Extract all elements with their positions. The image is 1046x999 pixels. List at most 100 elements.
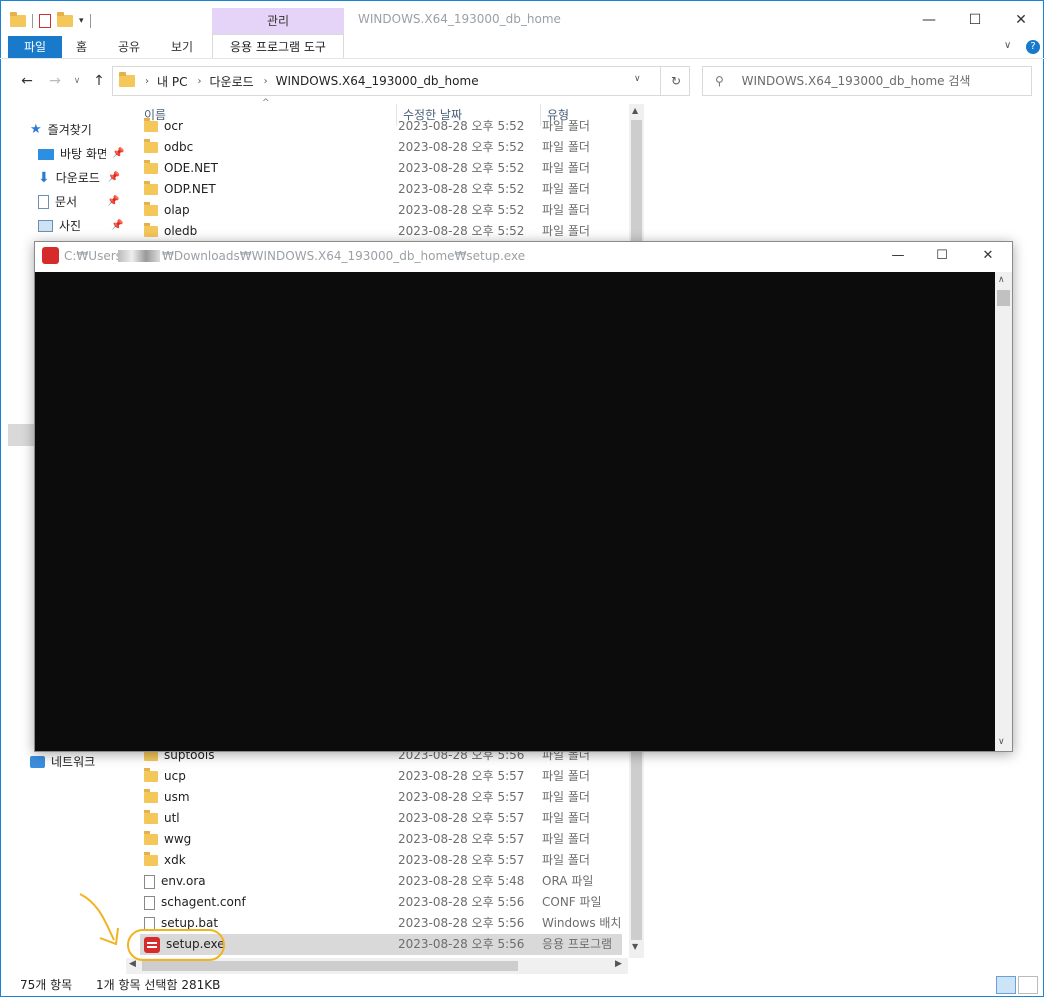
- address-bar[interactable]: › 내 PC › 다운로드 › WINDOWS.X64_193000_db_ho…: [112, 66, 690, 96]
- cell-name: olap: [140, 200, 398, 221]
- pin-icon[interactable]: 📌: [111, 215, 123, 237]
- nav-item-desktop[interactable]: 바탕 화면 📌: [38, 143, 124, 165]
- scrollbar-thumb[interactable]: [142, 961, 518, 971]
- network-icon: [30, 756, 45, 768]
- table-row[interactable]: ocr 2023-08-28 오후 5:52 파일 폴더: [140, 116, 622, 137]
- table-row[interactable]: xdk 2023-08-28 오후 5:57 파일 폴더: [140, 850, 622, 871]
- table-row[interactable]: ODP.NET 2023-08-28 오후 5:52 파일 폴더: [140, 179, 622, 200]
- table-row[interactable]: olap 2023-08-28 오후 5:52 파일 폴더: [140, 200, 622, 221]
- file-name: olap: [164, 203, 190, 217]
- properties-icon[interactable]: [39, 14, 51, 28]
- context-tab-manage[interactable]: 관리: [212, 8, 344, 34]
- console-output-area[interactable]: [35, 272, 995, 751]
- cell-name: utl: [140, 808, 398, 829]
- minimize-button[interactable]: —: [906, 6, 952, 34]
- breadcrumb-current-folder[interactable]: WINDOWS.X64_193000_db_home: [276, 74, 479, 88]
- scroll-up-icon[interactable]: ▲: [632, 106, 638, 115]
- cell-type: 파일 폴더: [542, 853, 590, 867]
- table-row[interactable]: schagent.conf 2023-08-28 오후 5:56 CONF 파일: [140, 892, 622, 913]
- large-icons-view-icon[interactable]: [1018, 976, 1038, 994]
- console-maximize-button[interactable]: ☐: [922, 244, 962, 268]
- chevron-down-icon[interactable]: ∨: [66, 70, 88, 92]
- pin-icon[interactable]: 📌: [112, 143, 124, 165]
- table-row[interactable]: ODE.NET 2023-08-28 오후 5:52 파일 폴더: [140, 158, 622, 179]
- chevron-down-icon[interactable]: ▾: [79, 16, 84, 26]
- up-arrow-icon[interactable]: ↑: [88, 70, 110, 92]
- quick-access-toolbar: ▾: [10, 8, 91, 34]
- table-row[interactable]: utl 2023-08-28 오후 5:57 파일 폴더: [140, 808, 622, 829]
- cell-type: ORA 파일: [542, 874, 594, 888]
- maximize-button[interactable]: ☐: [952, 6, 998, 34]
- table-row[interactable]: odbc 2023-08-28 오후 5:52 파일 폴더: [140, 137, 622, 158]
- tab-home[interactable]: 홈: [76, 36, 87, 58]
- console-close-button[interactable]: ✕: [968, 244, 1008, 268]
- table-row[interactable]: oledb 2023-08-28 오후 5:52 파일 폴더: [140, 221, 622, 242]
- cell-type: 파일 폴더: [542, 161, 590, 175]
- help-icon[interactable]: ?: [1026, 40, 1040, 54]
- cell-type: 파일 폴더: [542, 140, 590, 154]
- breadcrumb-downloads[interactable]: 다운로드: [209, 73, 253, 90]
- cell-type: 파일 폴더: [542, 832, 590, 846]
- folder-icon: [144, 202, 158, 216]
- folder-icon: [144, 223, 158, 237]
- scroll-left-icon[interactable]: ◀: [129, 959, 136, 969]
- nav-item-pictures[interactable]: 사진 📌: [38, 215, 123, 237]
- oracle-setup-icon: [42, 247, 59, 264]
- new-folder-icon[interactable]: [57, 12, 73, 27]
- tab-file[interactable]: 파일: [8, 36, 62, 58]
- details-view-icon[interactable]: [996, 976, 1016, 994]
- forward-arrow-icon[interactable]: →: [44, 70, 66, 92]
- file-name: usm: [164, 790, 190, 804]
- scroll-down-icon[interactable]: ∨: [998, 737, 1005, 747]
- nav-label: 다운로드: [55, 171, 100, 185]
- close-button[interactable]: ✕: [998, 6, 1044, 34]
- search-icon: ⚲: [715, 74, 724, 88]
- file-name: xdk: [164, 853, 186, 867]
- pin-icon[interactable]: 📌: [107, 191, 119, 213]
- download-arrow-icon: ⬇: [38, 170, 50, 186]
- table-row[interactable]: ucp 2023-08-28 오후 5:57 파일 폴더: [140, 766, 622, 787]
- breadcrumb-this-pc[interactable]: 내 PC: [157, 73, 187, 90]
- folder-icon: [119, 72, 135, 87]
- search-placeholder: WINDOWS.X64_193000_db_home 검색: [741, 74, 971, 88]
- folder-icon: [144, 810, 158, 824]
- tab-view[interactable]: 보기: [171, 36, 193, 58]
- file-name: ODE.NET: [164, 161, 218, 175]
- nav-item-downloads[interactable]: ⬇ 다운로드 📌: [38, 167, 120, 189]
- console-scrollbar-thumb[interactable]: [997, 290, 1010, 306]
- search-input[interactable]: ⚲ WINDOWS.X64_193000_db_home 검색: [702, 66, 1032, 96]
- console-minimize-button[interactable]: —: [878, 244, 918, 268]
- cell-date: 2023-08-28 오후 5:56: [398, 916, 525, 930]
- refresh-icon[interactable]: ↻: [660, 66, 691, 96]
- back-arrow-icon[interactable]: ←: [16, 70, 38, 92]
- table-row[interactable]: wwg 2023-08-28 오후 5:57 파일 폴더: [140, 829, 622, 850]
- table-row[interactable]: usm 2023-08-28 오후 5:57 파일 폴더: [140, 787, 622, 808]
- nav-item-documents[interactable]: 문서 📌: [38, 191, 119, 213]
- file-icon: [144, 874, 155, 889]
- status-item-count: 75개 항목: [20, 978, 73, 992]
- annotation-arrow: [79, 893, 119, 946]
- tab-share[interactable]: 공유: [118, 36, 140, 58]
- file-name: env.ora: [161, 874, 206, 888]
- document-icon: [38, 195, 49, 209]
- sort-ascending-icon: ^: [262, 98, 270, 108]
- nav-network[interactable]: 네트워크: [30, 751, 95, 773]
- chevron-down-icon[interactable]: ∨: [1004, 40, 1011, 51]
- table-row[interactable]: env.ora 2023-08-28 오후 5:48 ORA 파일: [140, 871, 622, 892]
- pin-icon[interactable]: 📌: [108, 167, 120, 189]
- cell-name: ODE.NET: [140, 158, 398, 179]
- cell-type: CONF 파일: [542, 895, 602, 909]
- tab-application-tools[interactable]: 응용 프로그램 도구: [212, 34, 344, 58]
- scroll-up-icon[interactable]: ∧: [998, 275, 1005, 285]
- file-name: schagent.conf: [161, 895, 246, 909]
- console-scrollbar[interactable]: [995, 272, 1012, 751]
- nav-quick-access[interactable]: ★ 즐겨찾기: [30, 119, 92, 141]
- cell-name: ocr: [140, 116, 398, 137]
- cell-date: 2023-08-28 오후 5:52: [398, 182, 525, 196]
- folder-icon[interactable]: [10, 12, 26, 27]
- scroll-right-icon[interactable]: ▶: [615, 959, 622, 969]
- file-icon: [144, 895, 155, 910]
- cell-type: 파일 폴더: [542, 203, 590, 217]
- chevron-down-icon[interactable]: ∨: [634, 74, 641, 84]
- scroll-down-icon[interactable]: ▼: [632, 942, 638, 951]
